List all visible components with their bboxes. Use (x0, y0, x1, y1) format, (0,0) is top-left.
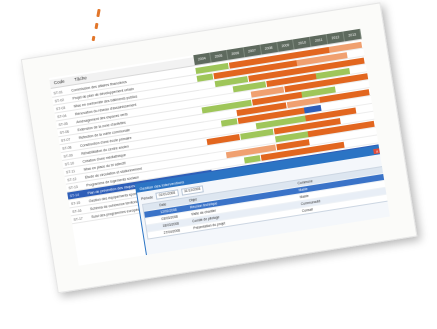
period-label: Période (140, 194, 154, 201)
column-header (144, 205, 160, 208)
code-column-label: Code (53, 78, 65, 86)
photo-card: Code Tâche 2004 2005 2006 2007 2008 2009 2010 2… (20, 2, 418, 294)
gantt-screenshot: Code Tâche 2004 2005 2006 2007 2008 2009 2010 2… (49, 28, 390, 266)
table-cell: 27/04/2008 (163, 228, 181, 235)
table-cell (146, 219, 162, 222)
close-icon[interactable]: x (373, 147, 381, 154)
accent-dash-bottom (91, 35, 96, 42)
task-column-label: Tâche (73, 75, 88, 83)
table-cell (147, 226, 163, 229)
table-cell (148, 233, 164, 236)
task-id: ST-17 (73, 216, 84, 222)
accent-dash-mid (94, 22, 99, 30)
accent-dash-top (96, 8, 101, 18)
table-cell (145, 212, 161, 215)
table-cell (361, 198, 387, 202)
